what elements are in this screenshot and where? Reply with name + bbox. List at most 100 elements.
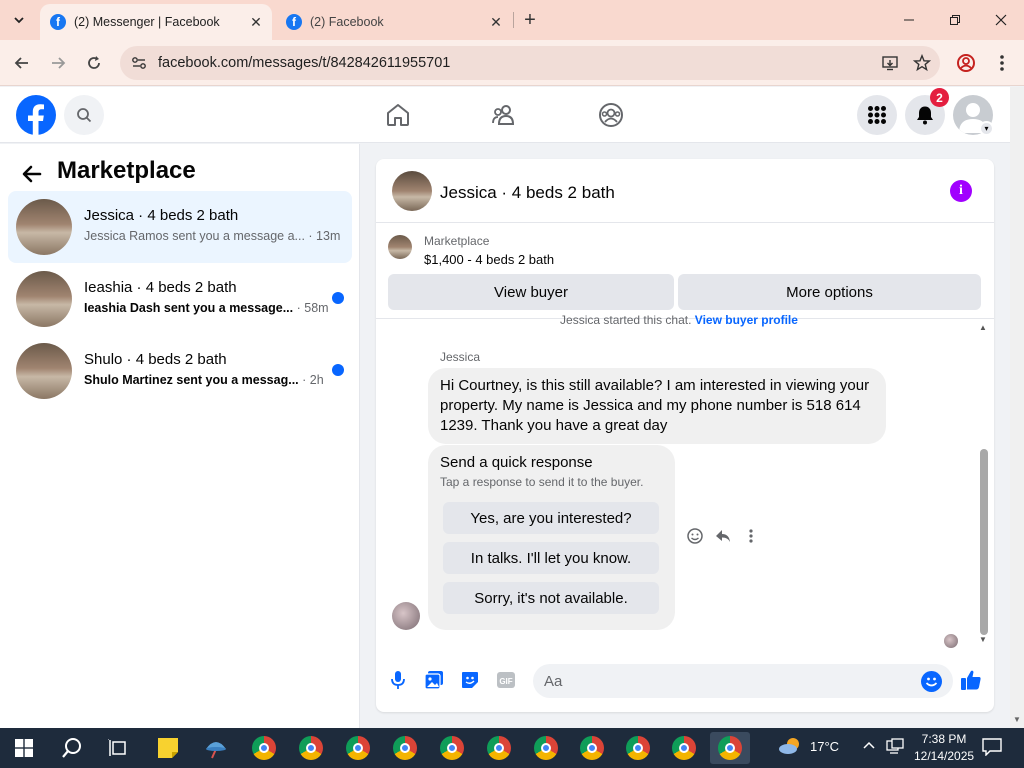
scroll-up-arrow-icon[interactable]: ▲ (979, 323, 987, 332)
account-chevron-icon[interactable]: ▾ (979, 121, 994, 136)
chrome-app[interactable] (618, 732, 658, 764)
chrome-app[interactable] (664, 732, 704, 764)
nav-groups[interactable] (595, 99, 627, 131)
chrome-icon (299, 736, 323, 760)
reload-button[interactable] (80, 49, 108, 77)
conversation-name: Jessica · 4 beds 2 bath (84, 207, 239, 224)
unread-dot (332, 292, 344, 304)
chrome-icon (440, 736, 464, 760)
menu-button[interactable] (857, 95, 897, 135)
arrow-left-icon (22, 165, 42, 183)
listing-thumbnail[interactable] (388, 235, 412, 259)
chrome-app[interactable] (291, 732, 331, 764)
chrome-app[interactable] (526, 732, 566, 764)
site-settings-icon[interactable] (130, 54, 148, 72)
sticky-notes-app[interactable] (148, 732, 188, 764)
clock-date: 12/14/2025 (914, 749, 975, 763)
listing-price[interactable]: $1,400 - 4 beds 2 bath (424, 252, 554, 267)
minimize-button[interactable] (886, 0, 932, 40)
network-icon[interactable] (886, 738, 904, 757)
more-options-button[interactable]: More options (678, 274, 981, 310)
tray-overflow-icon[interactable] (862, 738, 876, 755)
back-button[interactable] (8, 49, 36, 77)
bookmark-star-icon[interactable] (908, 49, 936, 77)
quick-response-option[interactable]: Yes, are you interested? (443, 502, 659, 534)
app-pinned[interactable] (196, 732, 236, 764)
browser-tab-bar: f (2) Messenger | Facebook ✕ f (2) Faceb… (0, 0, 1024, 40)
windows-logo-icon (15, 739, 33, 757)
close-tab-icon[interactable]: ✕ (246, 12, 266, 32)
sticker-icon[interactable] (458, 668, 482, 692)
restore-button[interactable] (932, 0, 978, 40)
emoji-icon[interactable] (921, 671, 942, 692)
scrollbar-thumb[interactable] (980, 449, 988, 635)
tab-facebook[interactable]: f (2) Facebook ✕ (276, 4, 512, 40)
task-view-button[interactable] (98, 732, 138, 764)
address-bar[interactable]: facebook.com/messages/t/842842611955701 (120, 46, 940, 80)
conversation-preview: Shulo Martinez sent you a messag... · 2h (84, 373, 324, 387)
temperature: 17°C (810, 738, 840, 754)
unread-dot (332, 364, 344, 376)
browser-profile-button[interactable] (952, 49, 980, 77)
notification-center-icon[interactable] (982, 738, 1002, 759)
thumbs-up-icon[interactable] (959, 668, 983, 692)
chat-avatar[interactable] (392, 171, 432, 211)
tab-search-button[interactable] (6, 8, 32, 32)
scroll-down-arrow-icon[interactable]: ▼ (979, 635, 987, 644)
home-icon (387, 104, 409, 126)
quick-response-option[interactable]: In talks. I'll let you know. (443, 542, 659, 574)
message-thread: Jessica started this chat. View buyer pr… (376, 313, 994, 649)
weather-widget[interactable]: 17°C (778, 736, 839, 756)
gif-icon[interactable]: GIF (494, 668, 518, 692)
svg-text:GIF: GIF (499, 677, 512, 686)
notification-badge: 2 (930, 88, 949, 107)
chat-title[interactable]: Jessica · 4 beds 2 bath (440, 183, 615, 203)
chrome-app-active[interactable] (710, 732, 750, 764)
new-tab-button[interactable]: + (518, 8, 542, 32)
facebook-logo-icon[interactable] (16, 95, 56, 135)
facebook-search-button[interactable] (64, 95, 104, 135)
message-scrollbar[interactable]: ▲ ▼ (976, 319, 994, 649)
react-smiley-icon[interactable] (684, 525, 706, 547)
chrome-app[interactable] (479, 732, 519, 764)
info-icon[interactable]: i (950, 180, 972, 202)
chrome-app[interactable] (432, 732, 472, 764)
close-tab-icon[interactable]: ✕ (486, 12, 506, 32)
chrome-app[interactable] (244, 732, 284, 764)
message-input[interactable]: Aa (533, 664, 953, 698)
chrome-icon (672, 736, 696, 760)
more-vertical-icon[interactable] (740, 525, 762, 547)
view-buyer-profile-link[interactable]: View buyer profile (695, 313, 798, 327)
nav-home[interactable] (382, 99, 414, 131)
chrome-app[interactable] (338, 732, 378, 764)
conversation-preview: Ieashia Dash sent you a message... · 58m (84, 301, 329, 315)
listing-thumbnail (16, 199, 72, 255)
chrome-app[interactable] (572, 732, 612, 764)
view-buyer-button[interactable]: View buyer (388, 274, 674, 310)
close-window-button[interactable] (978, 0, 1024, 40)
photo-icon[interactable] (422, 668, 446, 692)
nav-friends[interactable] (489, 99, 521, 131)
sender-avatar[interactable] (392, 602, 420, 630)
scroll-down-arrow-icon[interactable]: ▼ (1013, 715, 1021, 724)
conversation-item-shulo[interactable]: Shulo · 4 beds 2 bath Shulo Martinez sen… (8, 335, 352, 407)
tab-messenger[interactable]: f (2) Messenger | Facebook ✕ (40, 4, 272, 40)
page-scrollbar[interactable]: ▼ (1010, 87, 1024, 728)
browser-menu-button[interactable] (988, 49, 1016, 77)
chrome-icon (487, 736, 511, 760)
quick-response-option[interactable]: Sorry, it's not available. (443, 582, 659, 614)
windows-taskbar: 17°C 7:38 PM 12/14/2025 (0, 728, 1024, 768)
clock-time: 7:38 PM (921, 732, 967, 746)
clock[interactable]: 7:38 PM 12/14/2025 (914, 731, 974, 765)
install-app-icon[interactable] (876, 49, 904, 77)
back-arrow-button[interactable] (18, 160, 46, 188)
reply-arrow-icon[interactable] (712, 525, 734, 547)
taskbar-search-button[interactable] (52, 732, 92, 764)
start-button[interactable] (4, 732, 44, 764)
chrome-icon (252, 736, 276, 760)
chrome-app[interactable] (385, 732, 425, 764)
forward-button[interactable] (44, 49, 72, 77)
conversation-item-jessica[interactable]: Jessica · 4 beds 2 bath Jessica Ramos se… (8, 191, 352, 263)
conversation-item-ieashia[interactable]: Ieashia · 4 beds 2 bath Ieashia Dash sen… (8, 263, 352, 335)
microphone-icon[interactable] (386, 668, 410, 692)
